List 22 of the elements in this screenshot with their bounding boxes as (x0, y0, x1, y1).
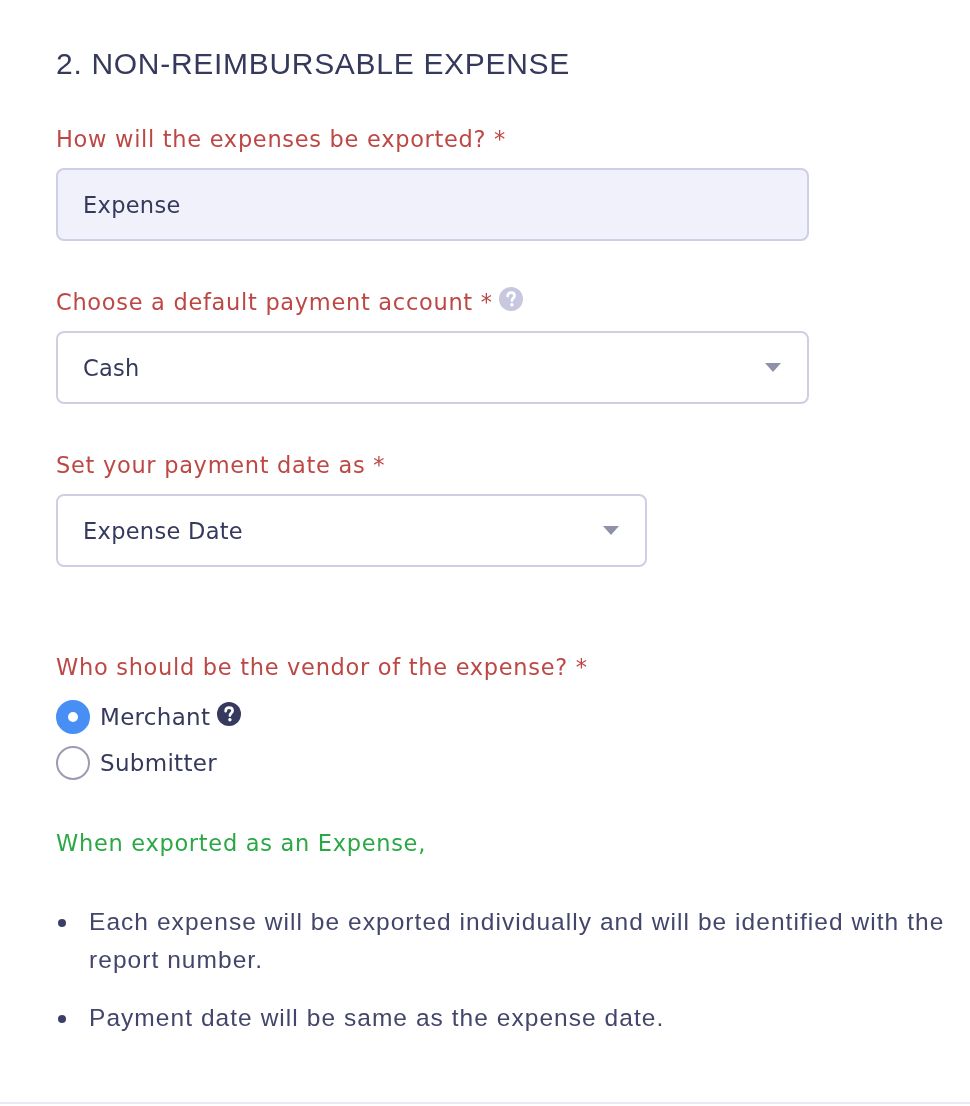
field-label: Set your payment date as * (56, 451, 386, 480)
readonly-field: Expense (56, 168, 809, 241)
radio-label[interactable]: Submitter (100, 748, 217, 778)
radio-button[interactable] (56, 700, 90, 734)
bullet-icon (58, 919, 66, 927)
note-item: Payment date will be same as the expense date. (89, 1003, 666, 1033)
field-label: Choose a default payment account * (56, 288, 493, 317)
caret-icon (603, 526, 619, 535)
help-icon[interactable] (217, 702, 242, 726)
selected-value: Cash (83, 353, 140, 383)
note-heading: When exported as an Expense, (56, 829, 428, 858)
dropdown-field[interactable]: Cash (56, 331, 809, 404)
dropdown-field[interactable]: Expense Date (56, 494, 647, 567)
bullet-icon (58, 1015, 66, 1023)
field-label: How will the expenses be exported? * (56, 125, 507, 154)
caret-icon (765, 363, 781, 372)
note-item: Each expense will be exported individually and will be identified with the report number. (89, 907, 946, 975)
section-title: 2. NON-REIMBURSABLE EXPENSE (56, 46, 572, 82)
radio-label[interactable]: Merchant (100, 702, 211, 732)
field-label: Who should be the vendor of the expense? * (56, 653, 588, 682)
radio-button[interactable] (56, 746, 90, 780)
selected-value: Expense Date (83, 516, 243, 546)
